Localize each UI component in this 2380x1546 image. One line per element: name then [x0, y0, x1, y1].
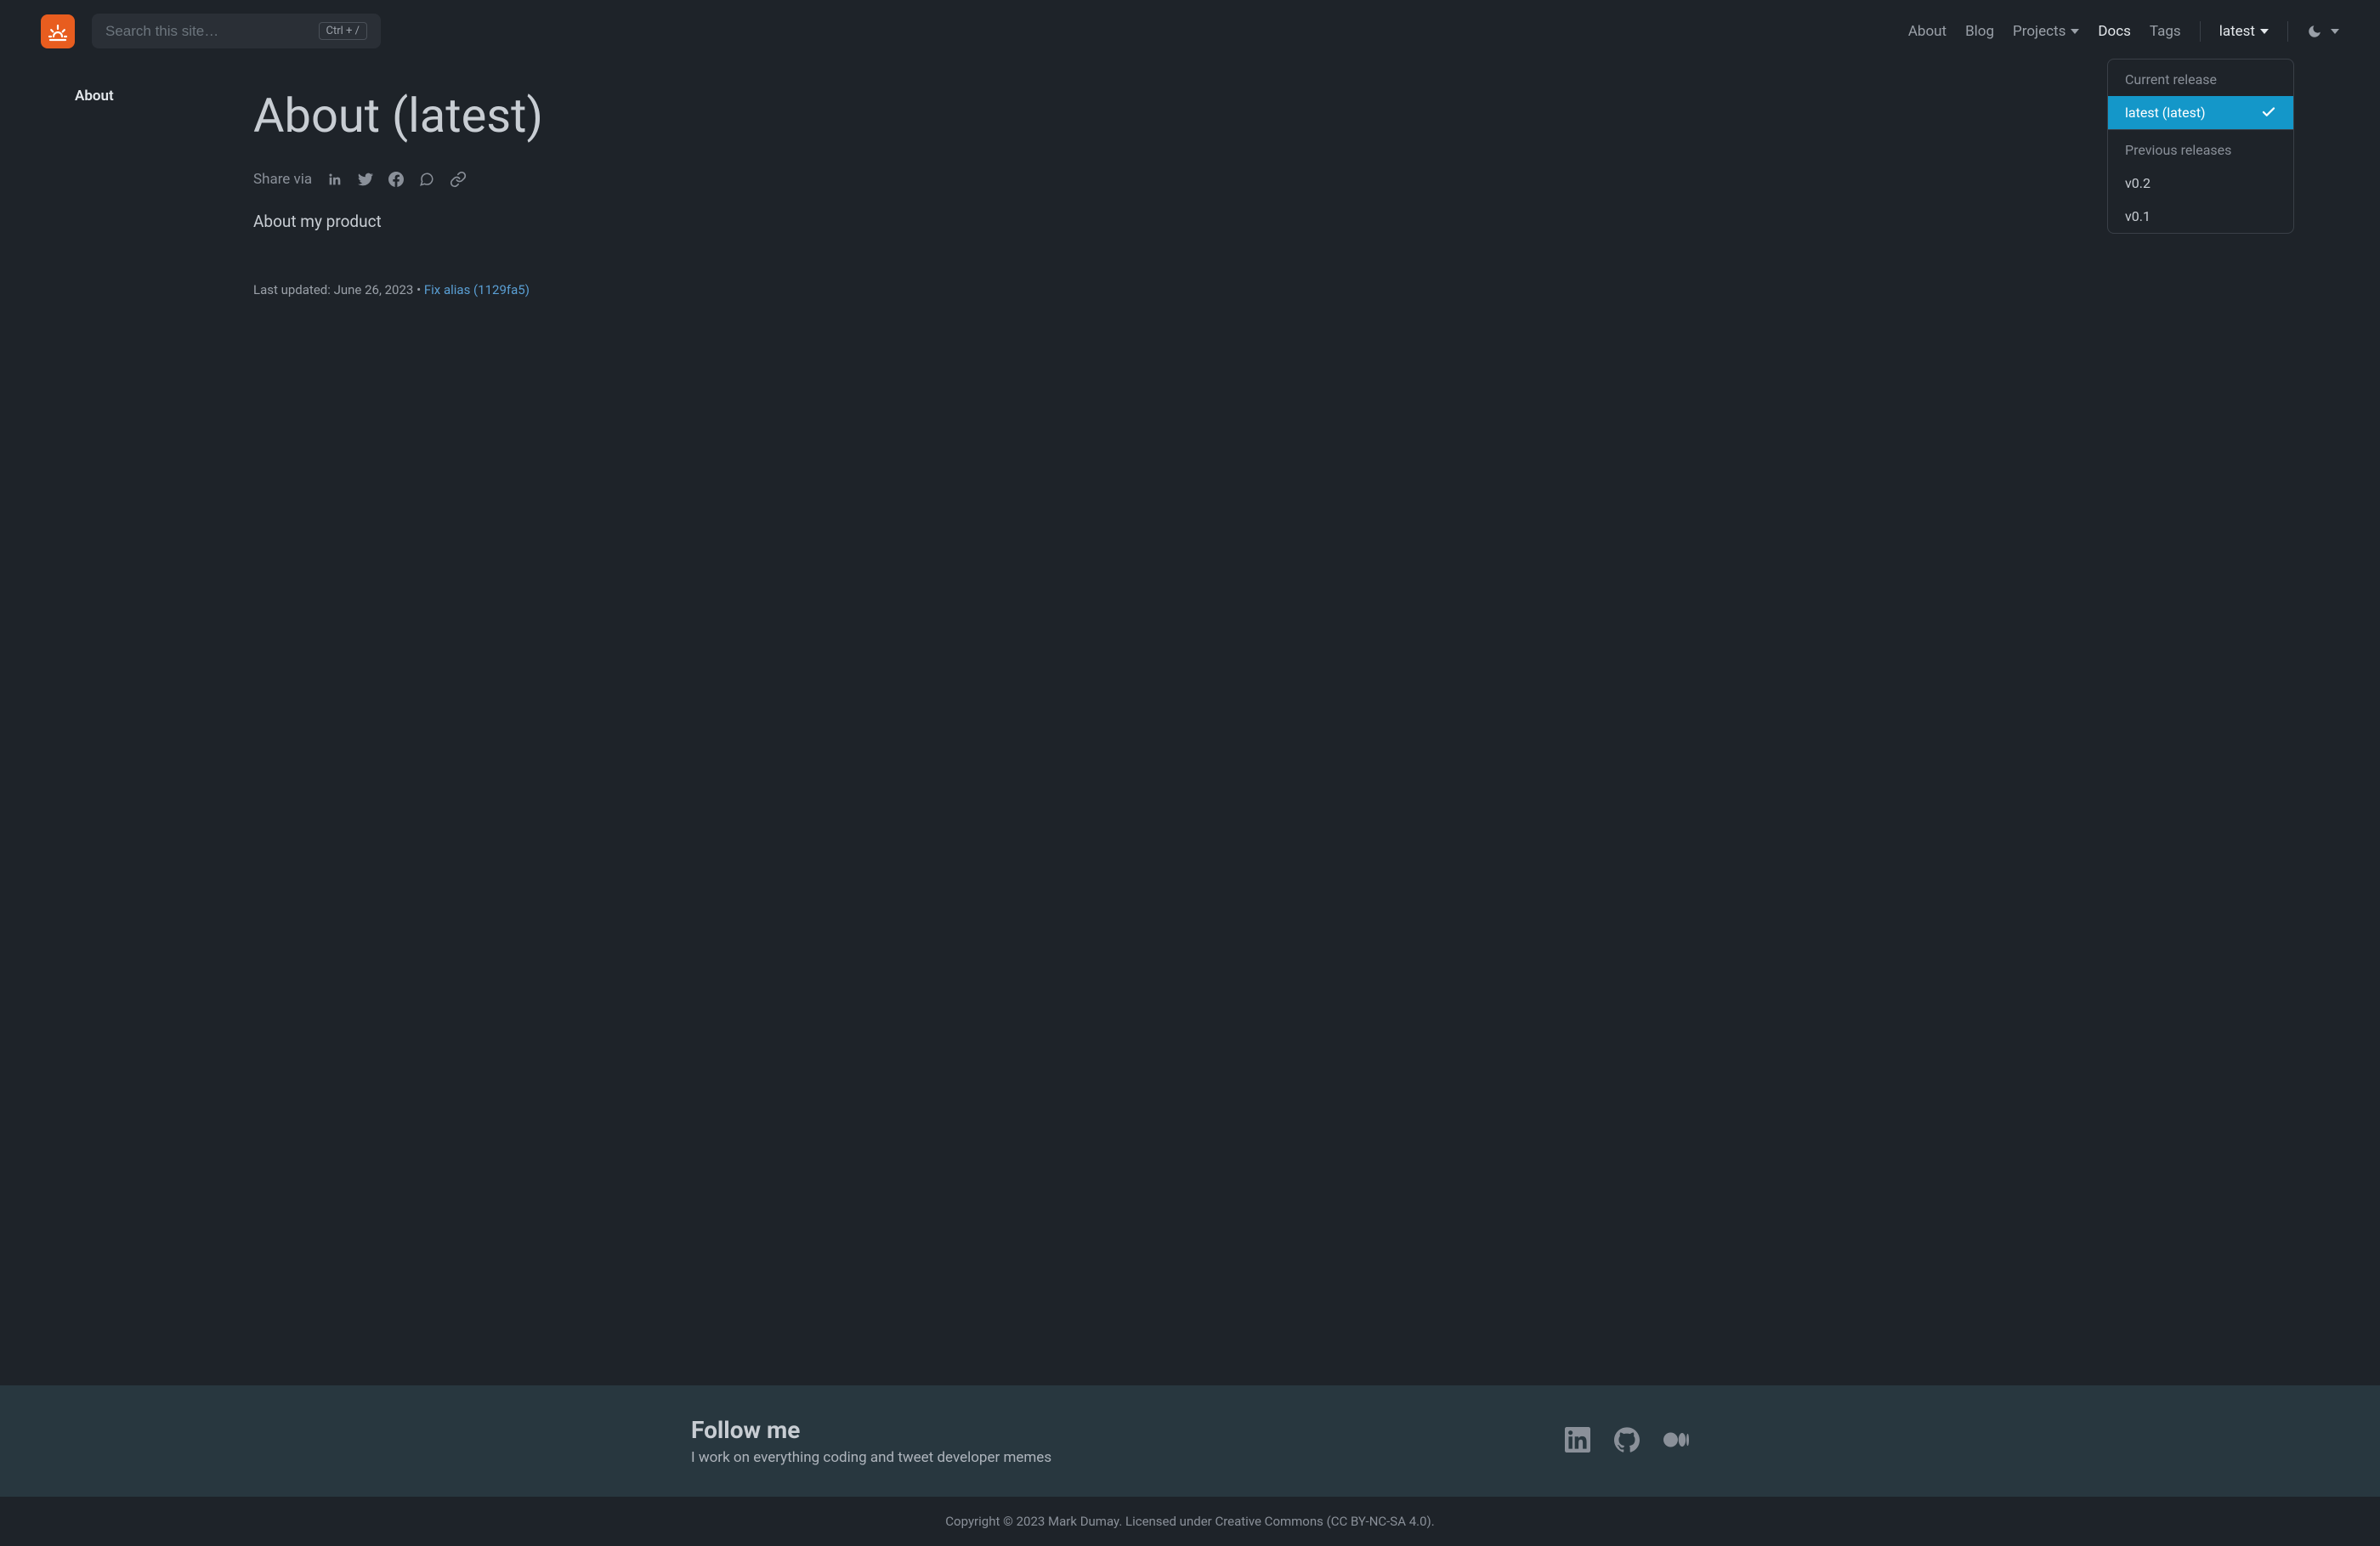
nav-divider	[2287, 21, 2288, 42]
dropdown-item-v01[interactable]: v0.1	[2108, 200, 2293, 233]
link-icon	[450, 171, 467, 188]
check-icon	[2261, 105, 2276, 120]
caret-down-icon	[2071, 29, 2079, 34]
linkedin-icon	[327, 172, 343, 187]
sidebar-item-about[interactable]: About	[75, 88, 219, 105]
nav-blog[interactable]: Blog	[1965, 23, 1994, 40]
nav-docs[interactable]: Docs	[2098, 23, 2131, 40]
follow-github[interactable]	[1614, 1427, 1640, 1456]
caret-down-icon	[2260, 29, 2269, 34]
dropdown-item-v02[interactable]: v0.2	[2108, 167, 2293, 200]
search-input[interactable]	[105, 23, 319, 40]
meta-line: Last updated: June 26, 2023 • Fix alias …	[253, 282, 1018, 297]
caret-down-icon	[2331, 29, 2339, 34]
linkedin-icon	[1565, 1427, 1590, 1453]
nav-tags[interactable]: Tags	[2150, 23, 2181, 40]
twitter-icon	[358, 172, 373, 187]
nav-projects-label: Projects	[2013, 23, 2066, 40]
medium-icon	[1663, 1427, 1689, 1453]
search-shortcut: Ctrl + /	[319, 22, 367, 40]
nav-about[interactable]: About	[1908, 23, 1946, 40]
moon-icon	[2307, 24, 2322, 39]
body-text: About my product	[253, 212, 1018, 231]
dropdown-item-label: latest (latest)	[2125, 105, 2206, 121]
nav-projects[interactable]: Projects	[2013, 23, 2079, 40]
share-facebook[interactable]	[388, 172, 404, 187]
dropdown-current-header: Current release	[2108, 59, 2293, 96]
share-linkedin[interactable]	[327, 172, 343, 187]
dropdown-item-latest[interactable]: latest (latest)	[2108, 96, 2293, 129]
github-icon	[1614, 1427, 1640, 1453]
share-link[interactable]	[450, 171, 467, 188]
nav-version-label: latest	[2219, 23, 2255, 40]
share-label: Share via	[253, 171, 312, 188]
follow-linkedin[interactable]	[1565, 1427, 1590, 1456]
meta-prefix: Last updated: June 26, 2023 •	[253, 282, 424, 297]
page-title: About (latest)	[253, 88, 1018, 144]
facebook-icon	[388, 172, 404, 187]
sunset-icon	[48, 21, 68, 42]
share-twitter[interactable]	[358, 172, 373, 187]
theme-toggle[interactable]	[2307, 24, 2339, 39]
nav-divider	[2200, 21, 2201, 42]
copyright: Copyright © 2023 Mark Dumay. Licensed un…	[0, 1497, 2380, 1546]
follow-sub: I work on everything coding and tweet de…	[691, 1449, 1051, 1466]
follow-medium[interactable]	[1663, 1427, 1689, 1456]
meta-link[interactable]: Fix alias (1129fa5)	[424, 282, 530, 297]
search-input-wrap[interactable]: Ctrl + /	[92, 14, 381, 48]
version-dropdown: Current release latest (latest) Previous…	[2107, 59, 2294, 234]
nav-version[interactable]: latest	[2219, 23, 2269, 40]
follow-title: Follow me	[691, 1416, 1051, 1444]
site-logo[interactable]	[41, 14, 75, 48]
share-whatsapp[interactable]	[419, 172, 434, 187]
dropdown-prev-header: Previous releases	[2108, 130, 2293, 167]
whatsapp-icon	[419, 172, 434, 187]
